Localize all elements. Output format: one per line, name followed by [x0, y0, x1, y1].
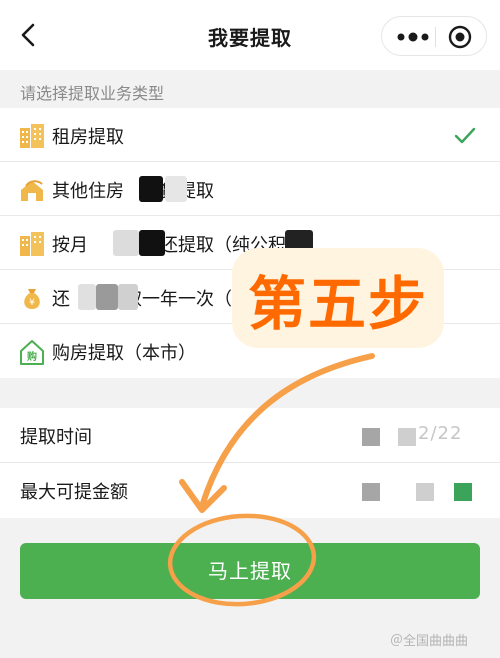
svg-text:¥: ¥ — [29, 298, 35, 308]
withdraw-time-value: 2/22 — [418, 423, 463, 444]
check-icon — [454, 127, 476, 144]
option-label: 购房提取（本市） — [52, 343, 196, 364]
privacy-blur — [398, 428, 416, 446]
privacy-blur — [139, 230, 165, 256]
privacy-blur — [362, 483, 380, 501]
max-amount-row: 最大可提金额 — [0, 463, 500, 518]
house-loan-icon — [21, 180, 43, 201]
navigation-bar: 我要提取 — [0, 0, 500, 70]
withdraw-time-row[interactable]: 提取时间 2/22 — [0, 408, 500, 463]
privacy-blur — [416, 483, 434, 501]
privacy-blur — [165, 176, 187, 202]
watermark: ＠全国曲曲曲 — [390, 634, 469, 649]
option-other-housing[interactable]: 其他住房 贷提取 — [0, 162, 500, 216]
withdraw-time-label: 提取时间 — [20, 427, 92, 448]
money-bag-icon: ¥ — [24, 289, 40, 309]
option-label: 其他住房 贷提取 — [52, 181, 214, 202]
option-label: 租房提取 — [52, 127, 124, 148]
step-label: 第五步 — [247, 270, 428, 338]
privacy-blur — [113, 230, 139, 256]
capsule-divider — [435, 27, 436, 47]
section-hint: 请选择提取业务类型 — [20, 84, 165, 103]
svg-text:购: 购 — [27, 350, 37, 363]
privacy-blur — [118, 284, 138, 310]
privacy-blur — [454, 483, 472, 501]
max-amount-label: 最大可提金额 — [20, 482, 128, 503]
mini-program-capsule — [381, 16, 487, 56]
privacy-blur — [362, 428, 380, 446]
more-icon[interactable] — [396, 30, 430, 44]
close-target-icon[interactable] — [448, 25, 472, 49]
privacy-blur — [139, 176, 163, 202]
withdraw-form: 提取时间 2/22 最大可提金额 — [0, 408, 500, 518]
building-icon — [20, 124, 44, 148]
option-rent[interactable]: 租房提取 — [0, 108, 500, 162]
withdraw-now-button[interactable]: 马上提取 — [20, 543, 480, 599]
building-icon — [20, 232, 44, 256]
privacy-blur — [96, 284, 118, 310]
privacy-blur — [78, 284, 96, 310]
buy-house-icon: 购 — [20, 340, 44, 365]
